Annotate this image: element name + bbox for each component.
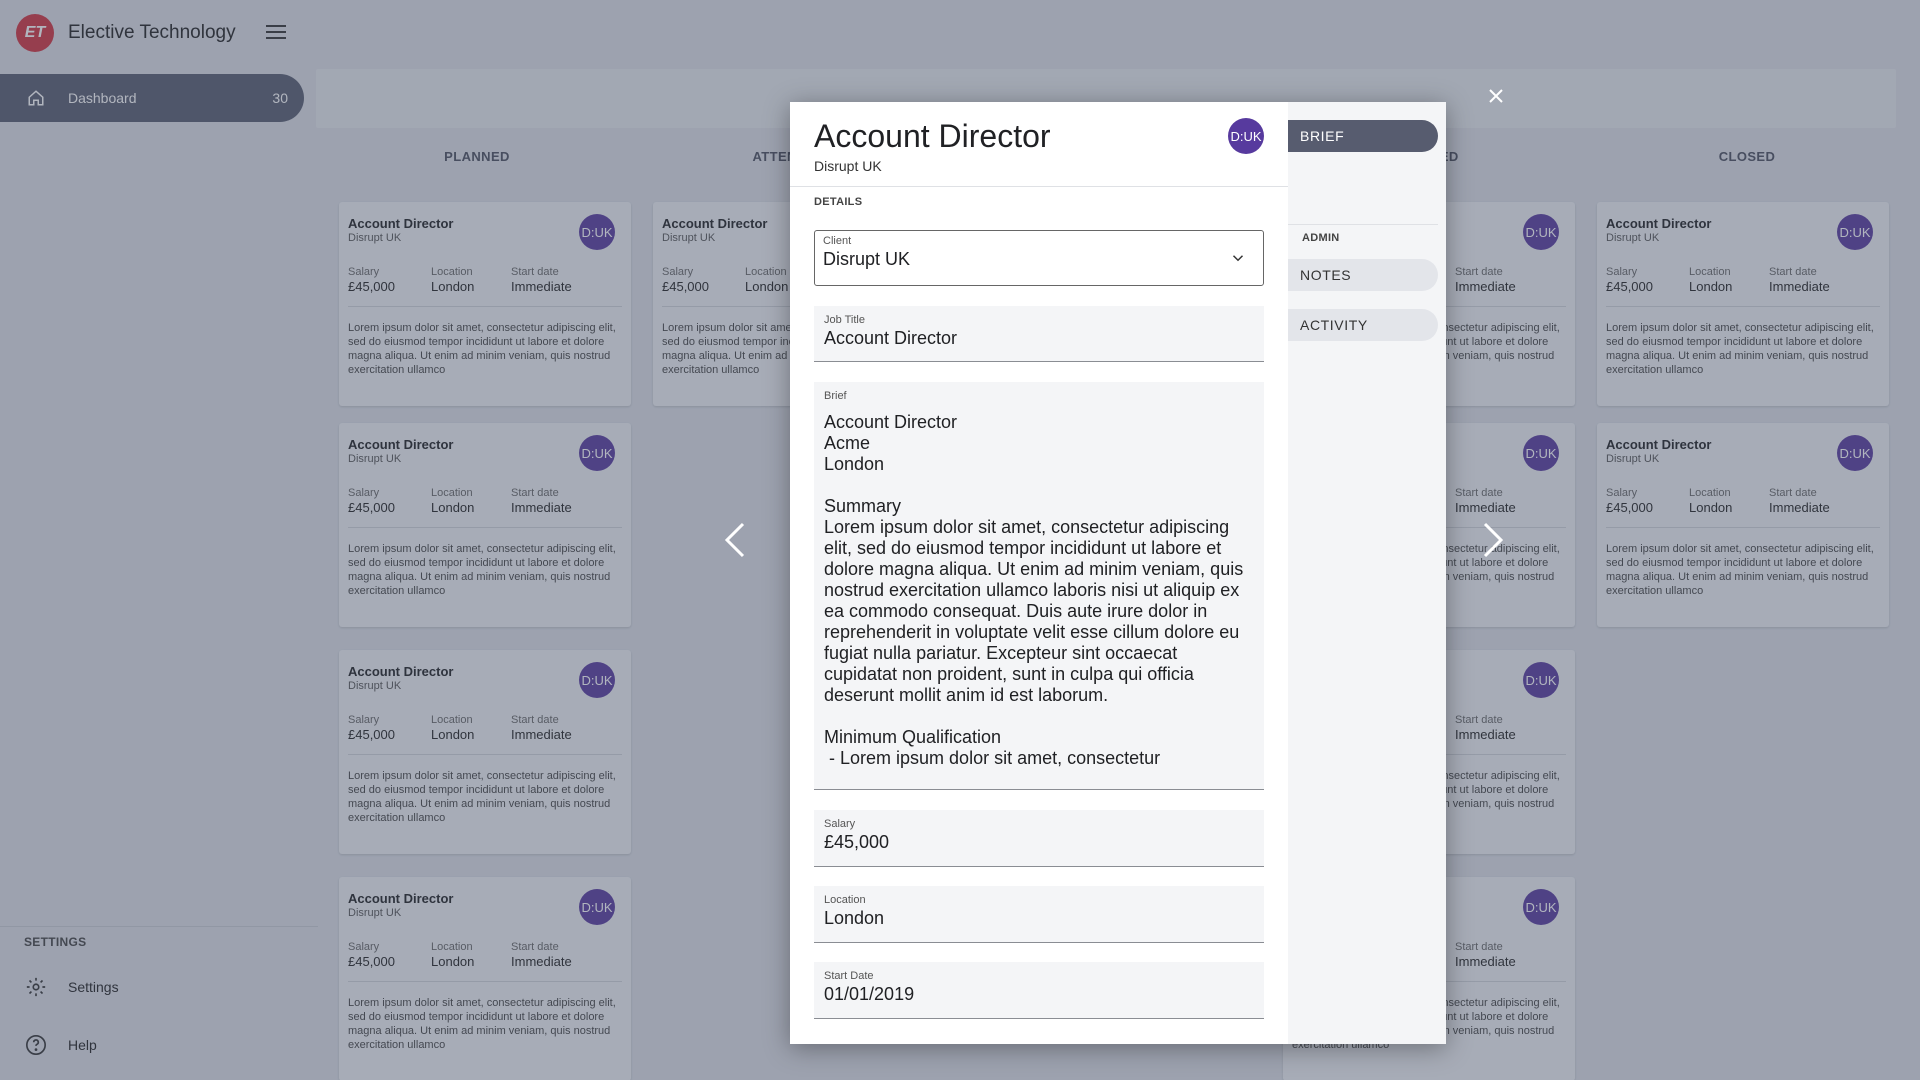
modal-content: Account Director Disrupt UK D:UK DETAILS…: [790, 102, 1288, 1044]
location-field[interactable]: Location London: [814, 886, 1264, 943]
modal-side-nav: BRIEF ADMIN NOTES ACTIVITY: [1288, 102, 1446, 1044]
divider: [790, 186, 1288, 187]
divider: [1288, 224, 1438, 225]
client-label: Client: [823, 235, 852, 247]
start-date-value: 01/01/2019: [824, 984, 915, 1004]
tab-activity[interactable]: ACTIVITY: [1288, 309, 1438, 341]
modal-title: Account Director: [814, 118, 1051, 154]
salary-label: Salary: [824, 818, 856, 830]
admin-section-header: ADMIN: [1302, 232, 1340, 244]
tab-brief[interactable]: BRIEF: [1288, 120, 1438, 152]
avatar: D:UK: [1228, 118, 1264, 154]
location-value: London: [824, 908, 885, 928]
job-title-field[interactable]: Job Title Account Director: [814, 306, 1264, 362]
chevron-right-icon[interactable]: [1473, 510, 1513, 570]
brief-text: Account Director Acme London Summary Lor…: [824, 412, 1244, 768]
job-title-value: Account Director: [824, 328, 958, 348]
chevron-down-icon: [1229, 249, 1247, 267]
salary-value: £45,000: [824, 832, 890, 852]
details-section-header: DETAILS: [814, 196, 863, 208]
job-title-label: Job Title: [824, 314, 865, 326]
start-date-field[interactable]: Start Date 01/01/2019: [814, 962, 1264, 1019]
brief-label: Brief: [824, 390, 847, 402]
brief-textarea[interactable]: Brief Account Director Acme London Summa…: [814, 382, 1264, 790]
client-select[interactable]: Client Disrupt UK: [814, 230, 1264, 286]
chevron-left-icon[interactable]: [715, 510, 755, 570]
job-detail-modal: Account Director Disrupt UK D:UK DETAILS…: [790, 102, 1446, 1044]
start-date-label: Start Date: [824, 970, 874, 982]
client-value: Disrupt UK: [823, 249, 911, 269]
location-label: Location: [824, 894, 866, 906]
tab-notes[interactable]: NOTES: [1288, 259, 1438, 291]
close-icon[interactable]: [1484, 84, 1508, 108]
modal-subtitle: Disrupt UK: [814, 158, 882, 174]
salary-field[interactable]: Salary £45,000: [814, 810, 1264, 867]
